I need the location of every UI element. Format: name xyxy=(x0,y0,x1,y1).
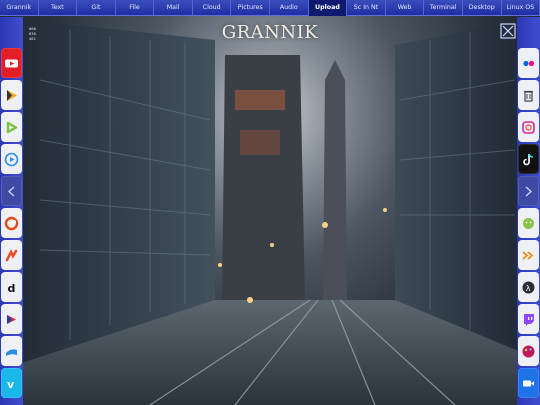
zoom-wave-icon xyxy=(6,348,17,356)
flickr-icon xyxy=(523,60,535,66)
collapse-right-button[interactable] xyxy=(518,176,539,206)
deezer-icon xyxy=(5,248,18,261)
forward-arrows-button[interactable] xyxy=(518,240,539,270)
tab-audio[interactable]: Audio xyxy=(270,0,309,16)
video-camera-button[interactable] xyxy=(518,368,539,398)
paint-icon xyxy=(522,345,535,357)
counter-column: 000 630 461 xyxy=(29,26,36,41)
tab-git[interactable]: Git xyxy=(77,0,116,16)
vlc-play-icon xyxy=(4,152,19,166)
instagram-icon xyxy=(522,120,535,134)
trash-icon xyxy=(524,90,533,102)
play-music-icon xyxy=(7,89,17,101)
play-music-button[interactable] xyxy=(1,80,22,110)
tab-desktop[interactable]: Desktop xyxy=(463,0,502,16)
prime-video-icon xyxy=(7,314,16,324)
tab-linux-os[interactable]: Linux OS xyxy=(502,0,540,16)
youtube-icon xyxy=(5,59,18,67)
tab-text[interactable]: Text xyxy=(39,0,78,16)
flickr-button[interactable] xyxy=(518,48,539,78)
counter-value: 461 xyxy=(29,36,36,41)
tab-sc-in-nt[interactable]: Sc In Nt xyxy=(347,0,386,16)
lambda-icon: λ xyxy=(522,281,535,293)
twitch-icon xyxy=(524,313,534,326)
right-app-panel: λ xyxy=(517,17,540,405)
instagram-button[interactable] xyxy=(518,112,539,142)
rumble-button[interactable] xyxy=(1,112,22,142)
tab-web[interactable]: Web xyxy=(386,0,425,16)
youtube-button[interactable] xyxy=(1,48,22,78)
vimeo-icon: v xyxy=(7,378,15,391)
top-navigation-bar: Grannik Text Git File Mail Cloud Pictures Audio… xyxy=(0,0,540,16)
dailymotion-button[interactable]: d xyxy=(1,272,22,302)
tab-upload[interactable]: Upload xyxy=(308,0,348,16)
trash-button[interactable] xyxy=(518,80,539,110)
tab-cloud[interactable]: Cloud xyxy=(193,0,232,16)
dailymotion-icon: d xyxy=(8,282,16,295)
left-app-panel: dv xyxy=(0,17,23,405)
forward-arrows-icon xyxy=(522,250,534,260)
tab-mail[interactable]: Mail xyxy=(154,0,193,16)
vimeo-button[interactable]: v xyxy=(1,368,22,398)
paint-button[interactable] xyxy=(518,336,539,366)
twitch-button[interactable] xyxy=(518,304,539,334)
crunchyroll-button[interactable] xyxy=(1,208,22,238)
svg-text:λ: λ xyxy=(526,284,531,293)
grannik-logo: GRANNIK xyxy=(221,22,319,43)
tab-file[interactable]: File xyxy=(116,0,155,16)
tiktok-button[interactable] xyxy=(518,144,539,174)
tiktok-icon xyxy=(523,153,534,165)
collapse-right-icon xyxy=(525,185,533,197)
tab-grannik[interactable]: Grannik xyxy=(0,0,39,16)
zoom-wave-button[interactable] xyxy=(1,336,22,366)
background-wallpaper xyxy=(0,0,540,405)
rumble-icon xyxy=(6,121,18,133)
lambda-button[interactable]: λ xyxy=(518,272,539,302)
android-button[interactable] xyxy=(518,208,539,238)
collapse-left-button[interactable] xyxy=(1,176,22,206)
tab-terminal[interactable]: Terminal xyxy=(424,0,463,16)
city-street-illustration xyxy=(0,17,540,405)
android-icon xyxy=(523,217,534,229)
close-box-icon xyxy=(500,23,516,39)
vlc-play-button[interactable] xyxy=(1,144,22,174)
collapse-left-icon xyxy=(7,185,15,197)
tab-pictures[interactable]: Pictures xyxy=(231,0,271,16)
svg-text:d: d xyxy=(8,282,16,295)
crunchyroll-icon xyxy=(4,216,19,230)
video-camera-icon xyxy=(523,380,534,386)
svg-text:v: v xyxy=(7,378,15,391)
close-box-button[interactable] xyxy=(499,22,517,40)
prime-video-button[interactable] xyxy=(1,304,22,334)
deezer-button[interactable] xyxy=(1,240,22,270)
